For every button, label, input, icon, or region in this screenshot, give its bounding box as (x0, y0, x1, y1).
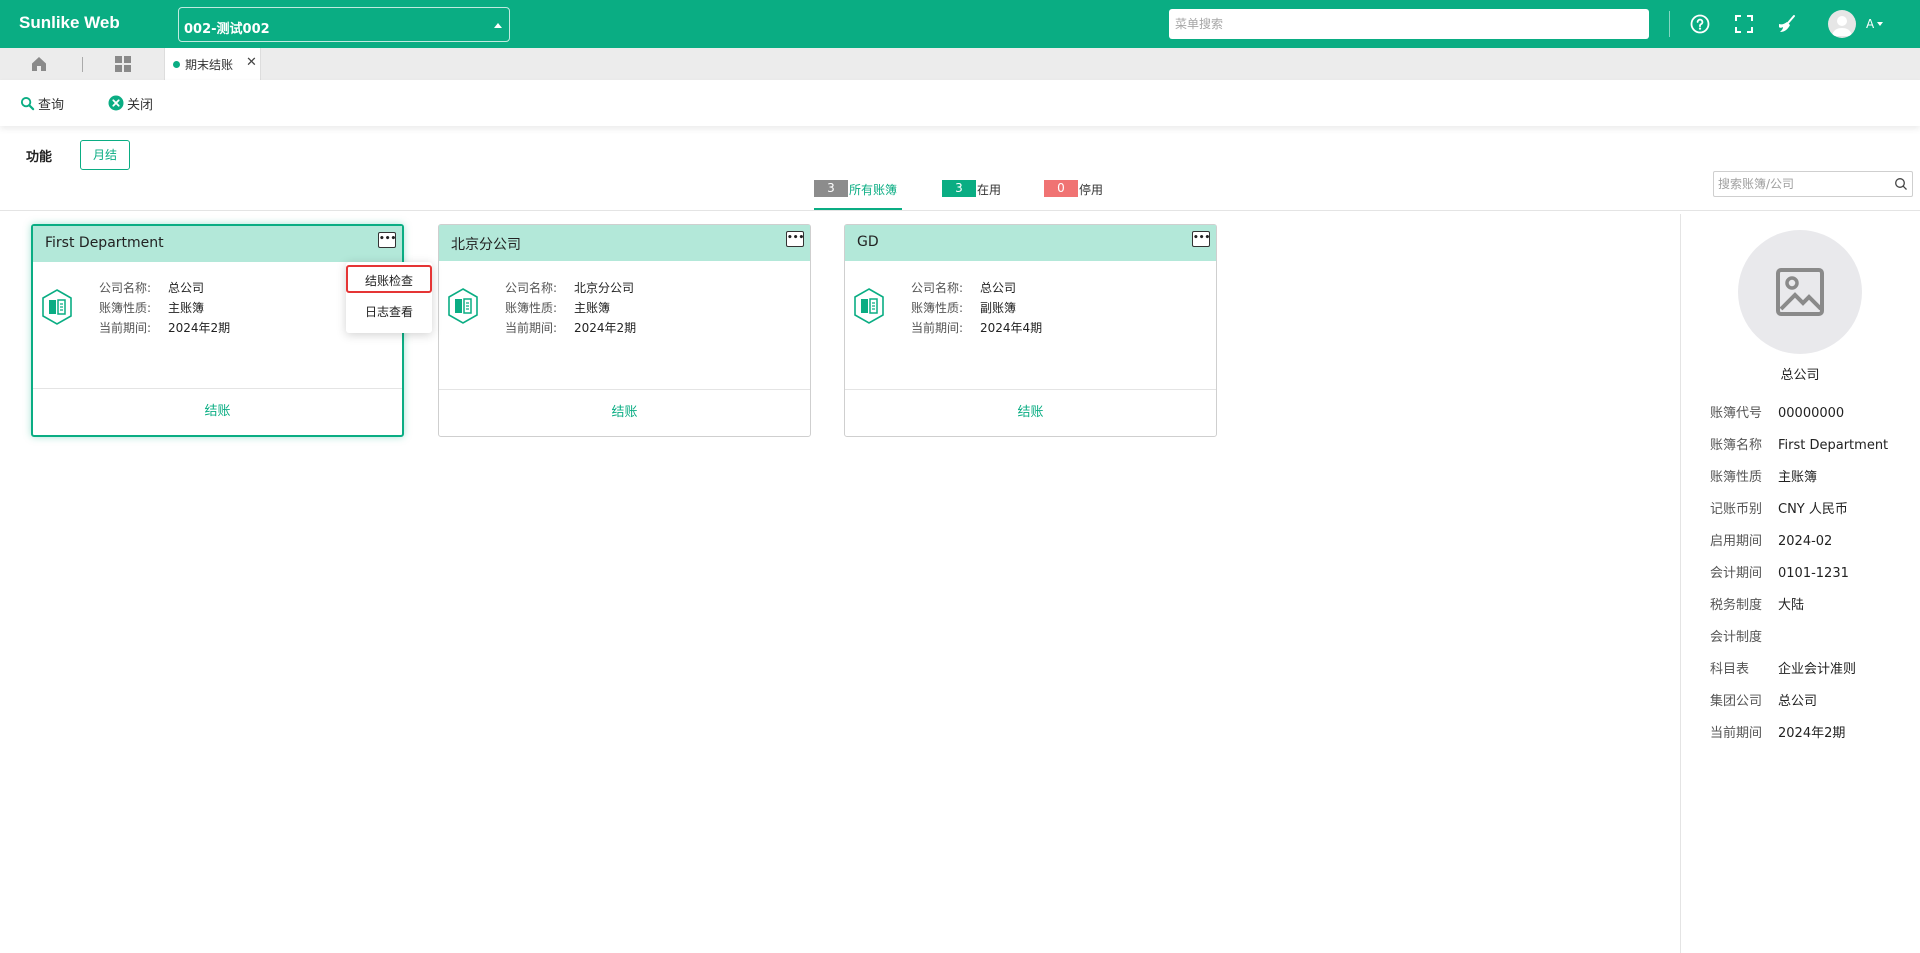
detail-row: 会计期间 0101-1231 (1710, 566, 1849, 581)
detail-row: 记账币别 CNY 人民币 (1710, 502, 1848, 517)
month-close-button[interactable]: 月结 (80, 140, 130, 170)
more-options-icon[interactable]: ••• (786, 231, 804, 247)
tab-label: 期末结账 (185, 58, 234, 72)
user-initial[interactable]: A (1866, 17, 1874, 31)
filter-label: 在用 (977, 183, 1002, 197)
company-avatar (1738, 230, 1862, 354)
card-field-type: 账簿性质: 主账簿 (505, 301, 611, 315)
toolbar: 查询 关闭 (0, 80, 1920, 126)
detail-row: 集团公司 总公司 (1710, 694, 1818, 709)
detail-row: 当前期间 2024年2期 (1710, 726, 1846, 741)
close-circle-icon (108, 95, 124, 111)
menu-item-log-view[interactable]: 日志查看 (346, 298, 432, 326)
card-field-company: 公司名称: 总公司 (99, 281, 205, 295)
card-field-period: 当前期间: 2024年2期 (99, 321, 231, 335)
book-search-box (1713, 171, 1913, 197)
user-avatar[interactable] (1828, 10, 1856, 38)
count-badge: 3 (942, 180, 976, 197)
card-field-type: 账簿性质: 主账簿 (99, 301, 205, 315)
close-account-button[interactable]: 结账 (33, 388, 402, 435)
search-icon[interactable] (1894, 177, 1908, 195)
card-title: 北京分公司 (451, 237, 521, 253)
ledger-card[interactable]: GD ••• 公司名称: 总公司 账簿性质: 副账簿 当前期间: 2024年4期 结账 (844, 224, 1217, 437)
card-field-type: 账簿性质: 副账簿 (911, 301, 1017, 315)
card-field-period: 当前期间: 2024年4期 (911, 321, 1043, 335)
filter-in-use[interactable]: 3 在用 (942, 180, 1001, 210)
search-icon (20, 96, 35, 110)
detail-row: 账簿性质 主账簿 (1710, 470, 1818, 485)
apps-grid-icon[interactable] (114, 55, 132, 77)
ledger-card[interactable]: 北京分公司 ••• 公司名称: 北京分公司 账簿性质: 主账簿 当前期间: 2024年… (438, 224, 811, 437)
card-header: GD ••• (845, 225, 1216, 261)
count-badge: 0 (1044, 180, 1078, 197)
card-options-menu: 结账检查 日志查看 (346, 262, 432, 333)
tab-bar: 期末结账 ✕ (0, 48, 1920, 80)
card-field-period: 当前期间: 2024年2期 (505, 321, 637, 335)
ledger-book-icon (447, 288, 479, 328)
close-button[interactable]: 关闭 (108, 93, 153, 113)
filter-all-books[interactable]: 3 所有账簿 (814, 180, 897, 210)
ledger-book-icon (853, 288, 885, 328)
function-label: 功能 (26, 150, 53, 165)
card-title: GD (857, 234, 879, 250)
more-options-icon[interactable]: ••• (378, 232, 396, 248)
tab-divider (82, 57, 83, 72)
detail-row: 科目表 企业会计准则 (1710, 662, 1857, 677)
section-divider (0, 210, 1920, 211)
top-divider (1669, 11, 1670, 37)
detail-panel-divider (1680, 214, 1681, 953)
detail-row: 账簿代号 00000000 (1710, 406, 1845, 421)
menu-item-close-check[interactable]: 结账检查 (346, 265, 432, 293)
close-account-button[interactable]: 结账 (439, 389, 810, 436)
close-icon[interactable]: ✕ (246, 55, 257, 70)
ledger-book-icon (41, 289, 73, 329)
count-badge: 3 (814, 180, 848, 197)
more-options-icon[interactable]: ••• (1192, 231, 1210, 247)
caret-up-icon (494, 23, 502, 28)
image-placeholder-icon (1776, 268, 1824, 316)
home-icon[interactable] (30, 55, 48, 77)
top-bar: Sunlike Web 002-测试002 A (0, 0, 1920, 48)
filter-label: 停用 (1079, 183, 1104, 197)
filter-label: 所有账簿 (849, 183, 898, 197)
detail-row: 会计制度 (1710, 630, 1763, 645)
card-field-company: 公司名称: 总公司 (911, 281, 1017, 295)
clean-broom-icon[interactable] (1775, 12, 1799, 36)
close-account-button[interactable]: 结账 (845, 389, 1216, 436)
menu-search-input[interactable] (1169, 9, 1649, 39)
detail-row: 启用期间 2024-02 (1710, 534, 1833, 549)
detail-row: 账簿名称 First Department (1710, 438, 1889, 453)
help-icon[interactable] (1688, 12, 1712, 36)
detail-row: 税务制度 大陆 (1710, 598, 1805, 613)
account-selector-value: 002-测试002 (184, 22, 270, 37)
book-search-input[interactable] (1714, 172, 1890, 196)
close-label: 关闭 (127, 97, 154, 113)
card-title: First Department (45, 235, 164, 251)
account-selector[interactable]: 002-测试002 (178, 7, 510, 42)
filter-disabled[interactable]: 0 停用 (1044, 180, 1103, 210)
fullscreen-icon[interactable] (1732, 12, 1756, 36)
query-label: 查询 (38, 97, 65, 113)
tab-period-close[interactable]: 期末结账 ✕ (164, 48, 261, 80)
card-field-company: 公司名称: 北京分公司 (505, 281, 635, 295)
detail-company-name: 总公司 (1780, 368, 1820, 383)
card-header: First Department ••• (33, 226, 402, 262)
app-brand: Sunlike Web (19, 13, 120, 32)
active-dot-icon (173, 61, 180, 68)
caret-down-icon[interactable] (1877, 22, 1883, 26)
query-button[interactable]: 查询 (20, 93, 64, 113)
card-header: 北京分公司 ••• (439, 225, 810, 261)
